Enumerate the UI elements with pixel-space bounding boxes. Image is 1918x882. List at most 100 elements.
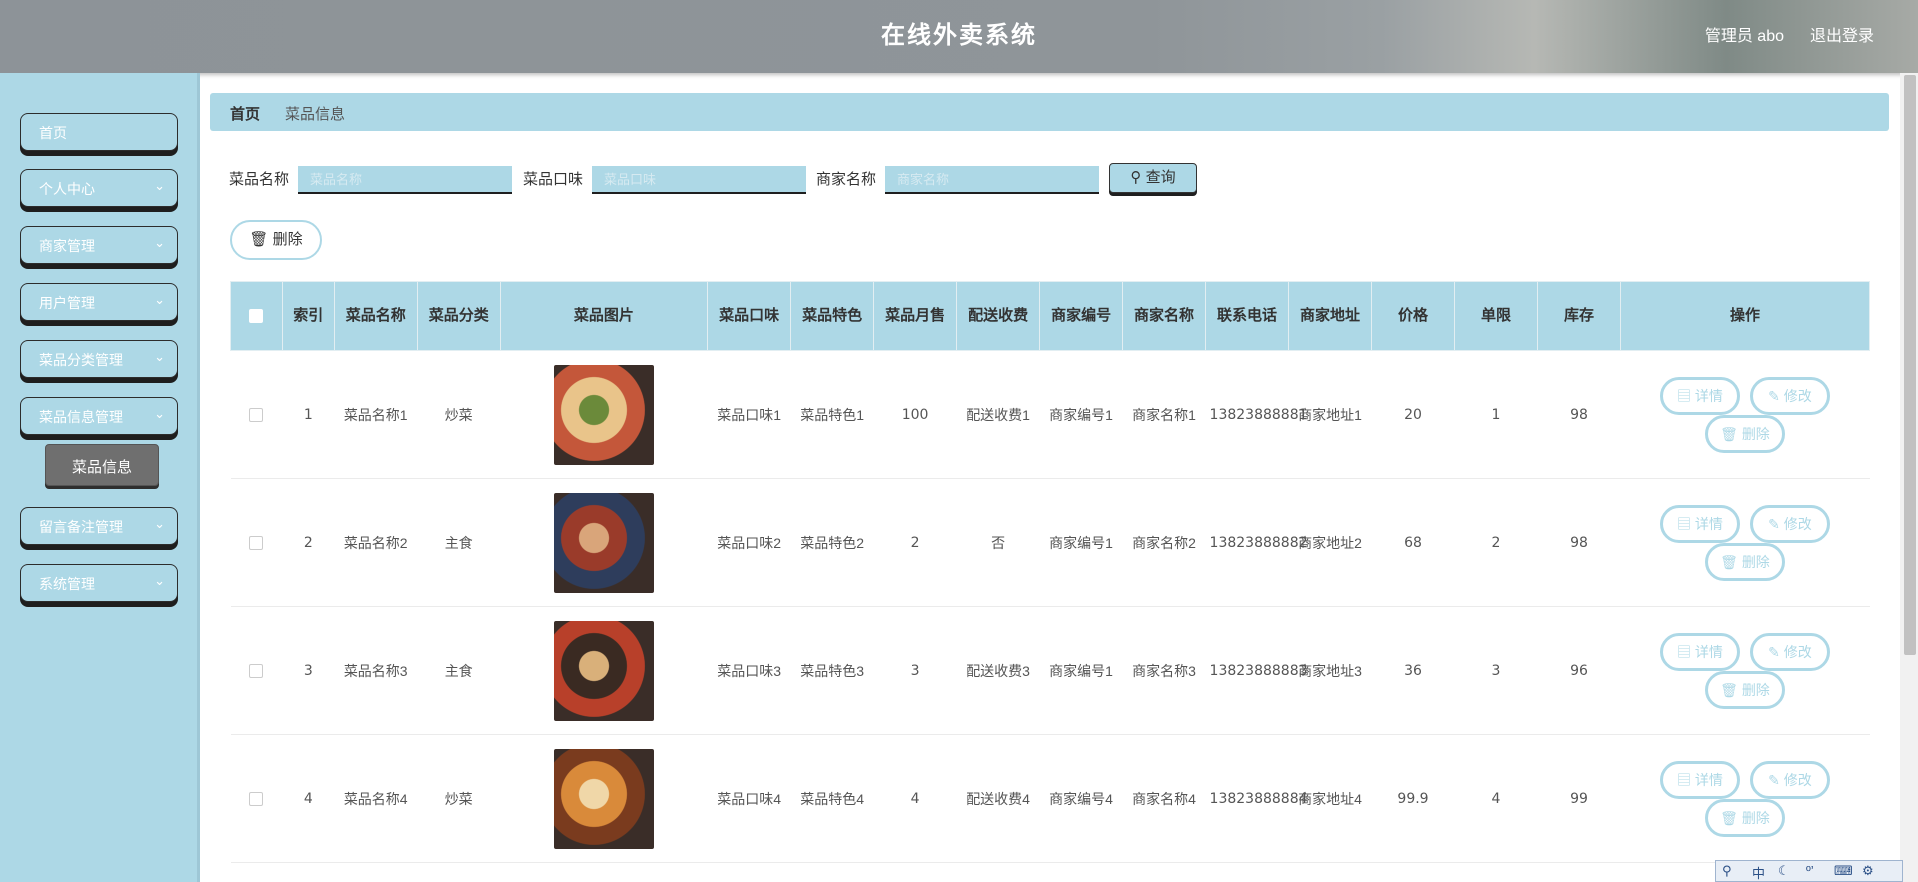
price-cell: 36 <box>1371 606 1455 735</box>
document-icon: ▤ <box>1677 643 1695 660</box>
row-checkbox[interactable] <box>249 663 264 678</box>
delivery-fee-cell: 否 <box>956 478 1040 607</box>
edit-button[interactable]: ✎ 修改 <box>1749 504 1830 543</box>
select-all-cell[interactable] <box>230 281 283 351</box>
chevron-down-icon: ⌄ <box>154 235 165 250</box>
sidebar-item-profile[interactable]: 个人中心 ⌄ <box>20 169 178 207</box>
sidebar-item-messages[interactable]: 留言备注管理 ⌄ <box>20 507 178 545</box>
dish-feature-cell: 菜品特色3 <box>790 606 874 735</box>
bulk-delete-label: 删除 <box>272 231 303 248</box>
sidebar-item-dish-info[interactable]: 菜品信息管理 ⌄ <box>20 397 178 435</box>
trash-icon: 🗑 <box>1720 425 1742 442</box>
edit-button[interactable]: ✎ 修改 <box>1749 376 1830 415</box>
monthly-sales-cell: 3 <box>873 606 957 735</box>
settings-icon[interactable]: ⚙ <box>1862 863 1874 879</box>
dish-category-cell: 炒菜 <box>417 734 501 863</box>
edit-button[interactable]: ✎ 修改 <box>1749 760 1830 799</box>
query-button-label: 查询 <box>1145 169 1176 186</box>
delete-button[interactable]: 🗑 删除 <box>1704 542 1785 581</box>
sidebar-subitem-dish-info[interactable]: 菜品信息 <box>45 444 159 486</box>
sidebar-item-dish-categories[interactable]: 菜品分类管理 ⌄ <box>20 340 178 378</box>
monthly-sales-cell: 4 <box>873 734 957 863</box>
row-checkbox[interactable] <box>249 407 264 422</box>
select-all-checkbox[interactable] <box>249 309 264 324</box>
sidebar-item-label: 商家管理 <box>39 238 95 254</box>
sidebar-item-label: 首页 <box>39 125 67 141</box>
sidebar-item-merchants[interactable]: 商家管理 ⌄ <box>20 226 178 264</box>
dish-image-cell <box>500 734 708 863</box>
dish-feature-cell: 菜品特色1 <box>790 350 874 479</box>
detail-button[interactable]: ▤ 详情 <box>1659 632 1740 671</box>
column-header: 索引 <box>281 281 335 351</box>
chevron-down-icon: ⌄ <box>154 292 165 307</box>
trash-icon: 🗑 <box>1720 553 1742 570</box>
column-header: 库存 <box>1536 281 1621 351</box>
search-icon: ⚲ <box>1130 169 1142 186</box>
address-cell: 商家地址1 <box>1288 350 1372 479</box>
column-header: 联系电话 <box>1205 281 1290 351</box>
pencil-icon: ✎ <box>1768 515 1784 532</box>
dish-name-input[interactable] <box>298 166 512 194</box>
keyboard-icon[interactable]: ⌨ <box>1834 863 1853 879</box>
row-select-cell <box>230 350 283 479</box>
index-cell: 1 <box>282 350 335 479</box>
delivery-fee-cell: 配送收费1 <box>956 350 1040 479</box>
column-header: 菜品图片 <box>499 281 709 351</box>
delivery-fee-cell: 配送收费4 <box>956 734 1040 863</box>
document-icon: ▤ <box>1677 771 1695 788</box>
ime-search-icon[interactable]: ⚲ <box>1722 863 1732 879</box>
delete-button[interactable]: 🗑 删除 <box>1704 670 1785 709</box>
detail-button[interactable]: ▤ 详情 <box>1659 504 1740 543</box>
row-select-cell <box>230 734 283 863</box>
dish-image[interactable] <box>553 364 654 465</box>
merchant-no-cell: 商家编号4 <box>1039 734 1123 863</box>
sidebar-item-system[interactable]: 系统管理 ⌄ <box>20 564 178 602</box>
merchant-name-cell: 商家名称3 <box>1122 606 1206 735</box>
column-header: 商家编号 <box>1039 281 1124 351</box>
merchant-no-cell: 商家编号1 <box>1039 606 1123 735</box>
dish-category-cell: 主食 <box>417 478 501 607</box>
detail-button[interactable]: ▤ 详情 <box>1659 376 1740 415</box>
stock-cell: 98 <box>1537 478 1621 607</box>
pencil-icon: ✎ <box>1768 643 1784 660</box>
scrollbar-thumb[interactable] <box>1904 75 1916 655</box>
dish-taste-input[interactable] <box>592 166 806 194</box>
sidebar: 首页 个人中心 ⌄ 商家管理 ⌄ 用户管理 ⌄ 菜品分类管理 ⌄ 菜品信息管理 … <box>0 73 200 882</box>
column-header: 菜品口味 <box>707 281 792 351</box>
chevron-down-icon: ⌄ <box>154 406 165 421</box>
bulk-delete-button[interactable]: 🗑 删除 <box>230 220 322 260</box>
row-checkbox[interactable] <box>249 791 264 806</box>
dish-image[interactable] <box>553 620 654 721</box>
column-header: 操作 <box>1619 281 1871 351</box>
breadcrumb-home[interactable]: 首页 <box>230 103 260 124</box>
column-header: 菜品名称 <box>333 281 418 351</box>
ime-mode-label[interactable]: 中 <box>1752 863 1765 882</box>
dish-image[interactable] <box>553 492 654 593</box>
query-button[interactable]: ⚲ 查询 <box>1109 163 1197 193</box>
sidebar-item-users[interactable]: 用户管理 ⌄ <box>20 283 178 321</box>
column-header: 菜品分类 <box>416 281 501 351</box>
dish-name-cell: 菜品名称1 <box>334 350 418 479</box>
address-cell: 商家地址3 <box>1288 606 1372 735</box>
row-checkbox[interactable] <box>249 535 264 550</box>
punctuation-icon[interactable]: º’ <box>1806 863 1814 878</box>
column-header: 单限 <box>1454 281 1538 351</box>
dish-category-cell: 主食 <box>417 606 501 735</box>
pencil-icon: ✎ <box>1768 387 1784 404</box>
detail-button[interactable]: ▤ 详情 <box>1659 760 1740 799</box>
dish-taste-cell: 菜品口味1 <box>707 350 791 479</box>
row-actions-cell: ▤ 详情 ✎ 修改🗑 删除 <box>1620 350 1870 479</box>
dish-image[interactable] <box>553 748 654 849</box>
delete-button[interactable]: 🗑 删除 <box>1704 798 1785 837</box>
moon-icon[interactable]: ☾ <box>1778 863 1790 879</box>
ime-toolbar[interactable]: ⚲ 中 ☾ º’ ⌨ ⚙ <box>1715 860 1903 882</box>
sidebar-item-home[interactable]: 首页 <box>20 113 178 151</box>
index-cell: 2 <box>282 478 335 607</box>
delete-button[interactable]: 🗑 删除 <box>1704 414 1785 453</box>
edit-button[interactable]: ✎ 修改 <box>1749 632 1830 671</box>
logout-link[interactable]: 退出登录 <box>1810 22 1874 46</box>
stock-cell: 98 <box>1537 350 1621 479</box>
table-row: 2 菜品名称2 主食 菜品口味2 菜品特色2 2 否商家编号1 商家名称2 1382388888… <box>230 478 1870 607</box>
sidebar-item-label: 菜品分类管理 <box>39 352 123 368</box>
merchant-name-input[interactable] <box>885 166 1099 194</box>
